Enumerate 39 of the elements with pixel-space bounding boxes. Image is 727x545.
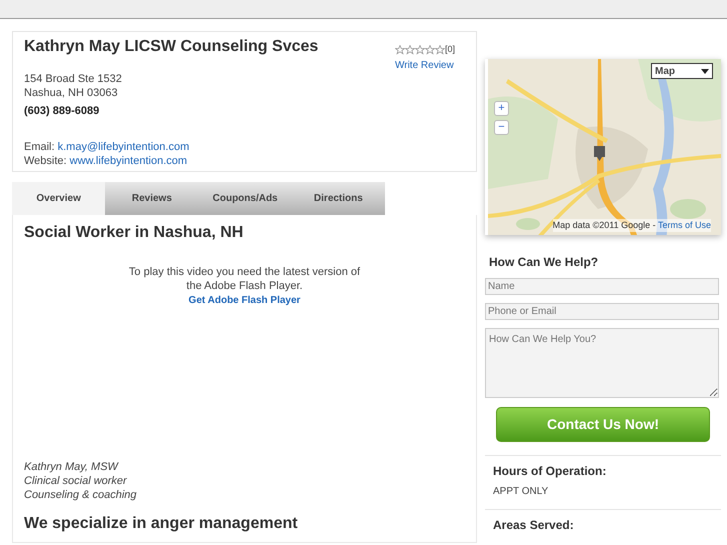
zoom-in-button[interactable]: + xyxy=(494,101,509,116)
website-label: Website: xyxy=(24,154,67,166)
terms-link[interactable]: Terms of Use xyxy=(658,220,711,230)
section-title: Hours of Operation: xyxy=(493,463,608,480)
star-icon xyxy=(425,44,435,55)
input-field[interactable]: Name xyxy=(485,278,719,295)
input-field[interactable]: Phone or Email xyxy=(485,303,719,320)
signature-line: Clinical social worker xyxy=(24,474,128,488)
star-icon xyxy=(395,44,405,55)
section-heading: Social Worker in Nashua, NH xyxy=(24,223,244,243)
email-label: Email: xyxy=(24,140,55,152)
email-link[interactable]: k.may@lifebyintention.com xyxy=(58,140,190,152)
phone-number: (603) 889-6089 xyxy=(24,104,100,119)
signature-line: Counseling & coaching xyxy=(24,488,138,502)
section-title: Areas Served: xyxy=(493,517,575,534)
form-title: How Can We Help? xyxy=(489,254,600,271)
tab[interactable]: Reviews xyxy=(105,182,198,215)
map-type-select[interactable]: Map xyxy=(651,63,713,79)
tab[interactable]: Overview xyxy=(12,182,106,215)
address-line: 154 Broad Ste 1532 xyxy=(24,72,123,86)
address-line: Nashua, NH 03063 xyxy=(24,86,119,100)
flash-message: To play this video you need the latest version of the Adobe Flash Player. xyxy=(128,265,362,293)
star-icon xyxy=(405,44,415,55)
website-link[interactable]: www.lifebyintention.com xyxy=(70,154,188,166)
tab[interactable]: Directions xyxy=(292,182,385,215)
message-field[interactable]: How Can We Help You? xyxy=(485,328,719,398)
star-icon xyxy=(415,44,425,55)
write-review-link[interactable]: Write Review xyxy=(395,60,454,70)
section-heading: We specialize in anger management xyxy=(24,514,299,534)
tab[interactable]: Coupons/Ads xyxy=(198,182,292,215)
business-name: Kathryn May LICSW Counseling Svces xyxy=(24,37,318,57)
signature-line: Kathryn May, MSW xyxy=(24,460,120,474)
caret-icon xyxy=(701,68,709,74)
hours-value: APPT ONLY xyxy=(493,485,550,499)
zoom-out-button[interactable]: − xyxy=(494,120,509,135)
star-icon xyxy=(435,44,445,55)
review-count: [0] xyxy=(445,43,456,56)
flash-player-link[interactable]: Get Adobe Flash Player xyxy=(188,295,300,306)
map-attribution: Map data ©2011 Google - xyxy=(552,220,657,230)
